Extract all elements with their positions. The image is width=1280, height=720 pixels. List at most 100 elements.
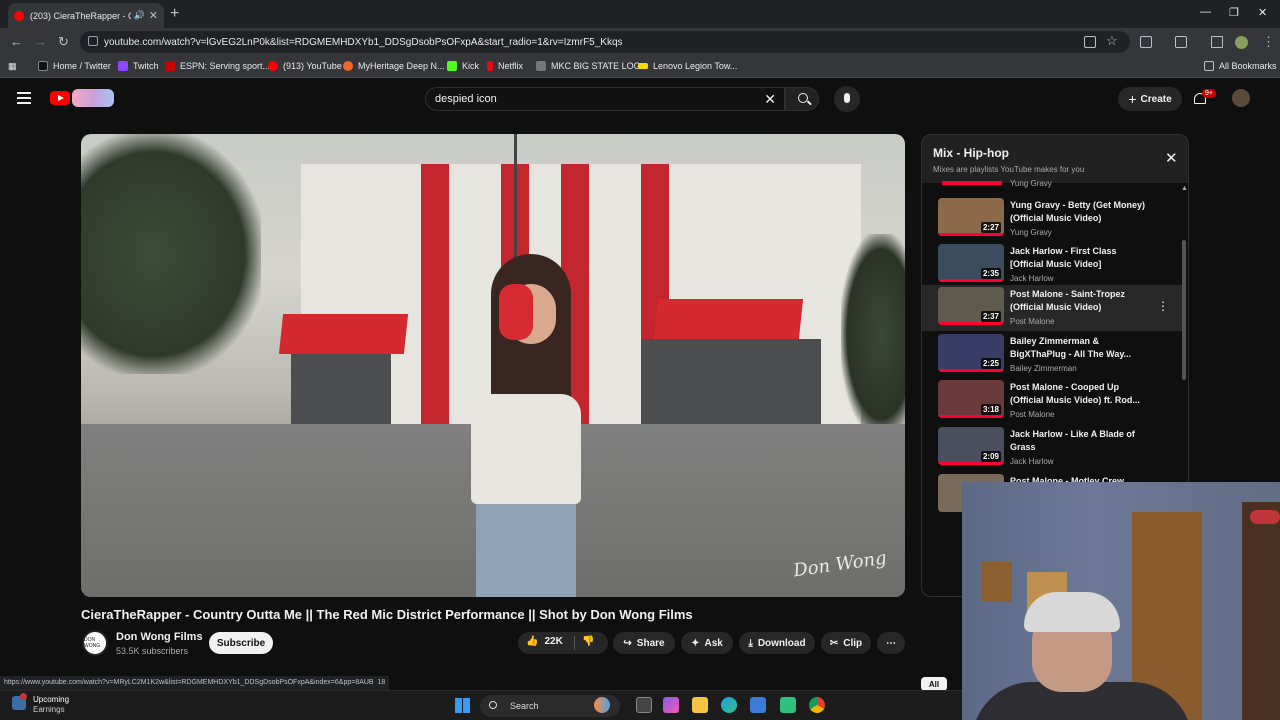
share-button[interactable]: ↪ Share bbox=[613, 632, 675, 654]
mix-item-title[interactable]: Jack Harlow - First Class [Official Musi… bbox=[1010, 245, 1150, 271]
mix-item[interactable]: 2:37 Post Malone - Saint-Tropez (Official… bbox=[922, 285, 1182, 331]
sparkle-icon: ✦ bbox=[691, 637, 700, 649]
mix-item-title[interactable]: Post Malone - Saint-Tropez (Official Mus… bbox=[1010, 288, 1150, 314]
search-input[interactable]: despied icon ✕ bbox=[425, 87, 785, 111]
profile-icon[interactable] bbox=[1235, 36, 1248, 49]
download-icon: ⤓ bbox=[748, 637, 753, 649]
mix-item-title[interactable]: Bailey Zimmerman & BigXThaPlug - All The… bbox=[1010, 335, 1150, 361]
bookmark-item[interactable]: (913) YouTube bbox=[268, 61, 342, 71]
share-label: Share bbox=[636, 637, 665, 649]
mix-item[interactable]: 2:09 Jack Harlow - Like A Blade of Grass J… bbox=[922, 425, 1182, 471]
bookmark-star-icon[interactable]: ☆ bbox=[1106, 33, 1118, 49]
mix-item[interactable]: 3:18 Post Malone - Cooped Up (Official Mu… bbox=[922, 378, 1182, 424]
search-button[interactable] bbox=[785, 87, 819, 111]
edge-icon[interactable] bbox=[721, 697, 737, 713]
install-icon[interactable] bbox=[1084, 36, 1096, 48]
status-url-text: https://www.youtube.com/watch?v=MRyLC2M1… bbox=[4, 679, 374, 686]
mix-scrollbar[interactable] bbox=[1182, 240, 1186, 380]
site-info-icon[interactable] bbox=[88, 36, 98, 46]
mix-item-thumbnail[interactable]: 2:27 bbox=[938, 198, 1004, 236]
clear-search-icon[interactable]: ✕ bbox=[764, 91, 776, 108]
file-explorer-icon[interactable] bbox=[692, 697, 708, 713]
youtube-icon bbox=[268, 61, 278, 71]
bookmark-label: Home / Twitter bbox=[53, 61, 111, 71]
restore-icon[interactable]: ❐ bbox=[1229, 6, 1239, 19]
cast-icon[interactable] bbox=[1175, 36, 1187, 48]
mix-item-title[interactable]: Jack Harlow - Like A Blade of Grass bbox=[1010, 428, 1150, 454]
video-player[interactable]: Don Wong bbox=[81, 134, 905, 597]
clip-button[interactable]: ✂ Clip bbox=[821, 632, 871, 654]
channel-avatar[interactable]: DON WONG bbox=[82, 630, 108, 656]
forward-icon[interactable]: → bbox=[34, 34, 47, 49]
more-actions-button[interactable]: ⋯ bbox=[877, 632, 905, 654]
search-icon bbox=[798, 93, 808, 103]
mix-item-thumbnail[interactable]: 2:35 bbox=[938, 244, 1004, 282]
bookmark-item[interactable]: Twitch bbox=[118, 61, 159, 71]
bookmark-label: MKC BIG STATE LOG... bbox=[551, 61, 649, 71]
folder-icon bbox=[1204, 61, 1214, 71]
new-tab-button[interactable]: + bbox=[170, 5, 179, 23]
download-button[interactable]: ⤓ Download bbox=[739, 632, 815, 654]
channel-name[interactable]: Don Wong Films bbox=[116, 631, 203, 643]
bookmark-label: (913) YouTube bbox=[283, 61, 342, 71]
active-tab[interactable]: (203) CieraTheRapper - Co... 🔊 ✕ bbox=[8, 3, 164, 28]
bookmark-item[interactable]: MKC BIG STATE LOG... bbox=[536, 61, 648, 71]
mix-item-title[interactable]: Yung Gravy - Betty (Get Money) (Official… bbox=[1010, 199, 1150, 225]
mix-item-thumbnail[interactable]: 2:25 bbox=[938, 334, 1004, 372]
mix-header: Mix - Hip-hop Mixes are playlists YouTub… bbox=[922, 135, 1188, 183]
speaker-icon[interactable]: 🔊 bbox=[134, 10, 145, 21]
reload-icon[interactable]: ↻ bbox=[58, 34, 69, 50]
store-icon[interactable] bbox=[750, 697, 766, 713]
mix-item-menu-icon[interactable]: ⋮ bbox=[1157, 299, 1169, 313]
widget-badge bbox=[20, 693, 27, 700]
all-bookmarks-button[interactable]: All Bookmarks bbox=[1204, 61, 1277, 71]
mix-item[interactable]: 2:25 Bailey Zimmerman & BigXThaPlug - All… bbox=[922, 332, 1182, 378]
ask-button[interactable]: ✦ Ask bbox=[681, 632, 733, 654]
chrome-menu-icon[interactable]: ⋮ bbox=[1262, 34, 1275, 50]
address-bar[interactable]: youtube.com/watch?v=lGvEG2LnP0k&list=RDG… bbox=[80, 31, 1130, 53]
chrome-icon[interactable] bbox=[809, 697, 825, 713]
chip-all[interactable]: All bbox=[921, 677, 947, 691]
dislike-button[interactable]: 👎 bbox=[582, 636, 594, 647]
kick-icon bbox=[447, 61, 457, 71]
bookmark-item[interactable]: Netflix bbox=[487, 61, 523, 71]
mix-item-thumbnail[interactable]: 2:37 bbox=[938, 287, 1004, 325]
app-icon[interactable] bbox=[780, 697, 796, 713]
bookmark-item[interactable]: ESPN: Serving sport... bbox=[165, 61, 270, 71]
shelf-item bbox=[1250, 510, 1280, 524]
task-view-icon[interactable] bbox=[636, 697, 652, 713]
window-close-icon[interactable]: ✕ bbox=[1258, 6, 1267, 19]
subscribe-button[interactable]: Subscribe bbox=[209, 632, 273, 654]
tab-search-icon[interactable] bbox=[1211, 36, 1223, 48]
bookmark-item[interactable]: Home / Twitter bbox=[38, 61, 111, 71]
copilot-app-icon[interactable] bbox=[663, 697, 679, 713]
bookmark-item[interactable]: MyHeritage Deep N... bbox=[343, 61, 445, 71]
subscriber-count: 53.5K subscribers bbox=[116, 646, 189, 656]
voice-search-icon[interactable] bbox=[834, 86, 860, 112]
menu-icon[interactable] bbox=[17, 92, 31, 104]
like-button[interactable]: 👍 22K bbox=[526, 636, 563, 647]
mix-item-thumbnail[interactable]: 2:09 bbox=[938, 427, 1004, 465]
create-button[interactable]: + Create bbox=[1118, 87, 1182, 111]
minimize-icon[interactable]: — bbox=[1200, 6, 1211, 18]
youtube-doodle[interactable] bbox=[72, 89, 114, 107]
building-awning bbox=[653, 299, 804, 339]
youtube-logo-icon[interactable] bbox=[50, 91, 70, 105]
bookmark-item[interactable]: Lenovo Legion Tow... bbox=[638, 61, 737, 71]
x-twitter-icon bbox=[38, 61, 48, 71]
copilot-icon[interactable] bbox=[594, 697, 610, 713]
bookmark-item[interactable]: Kick bbox=[447, 61, 479, 71]
mix-item[interactable]: 2:35 Jack Harlow - First Class [Official … bbox=[922, 242, 1182, 288]
mix-item-thumbnail[interactable]: 3:18 bbox=[938, 380, 1004, 418]
mix-item-title[interactable]: Post Malone - Cooped Up (Official Music … bbox=[1010, 381, 1150, 407]
scroll-up-icon[interactable]: ▲ bbox=[1181, 185, 1188, 192]
apps-icon[interactable]: ▦ bbox=[8, 61, 17, 72]
account-avatar[interactable] bbox=[1232, 89, 1250, 107]
windows-start-icon[interactable] bbox=[455, 698, 470, 713]
youtube-header: despied icon ✕ + Create 9+ bbox=[0, 79, 1280, 119]
mix-item[interactable]: 2:27 Yung Gravy - Betty (Get Money) (Offi… bbox=[922, 196, 1182, 242]
close-mix-icon[interactable]: ✕ bbox=[1165, 149, 1178, 167]
tab-close-icon[interactable]: ✕ bbox=[149, 9, 158, 22]
extensions-icon[interactable] bbox=[1140, 36, 1152, 48]
back-icon[interactable]: ← bbox=[10, 34, 23, 49]
